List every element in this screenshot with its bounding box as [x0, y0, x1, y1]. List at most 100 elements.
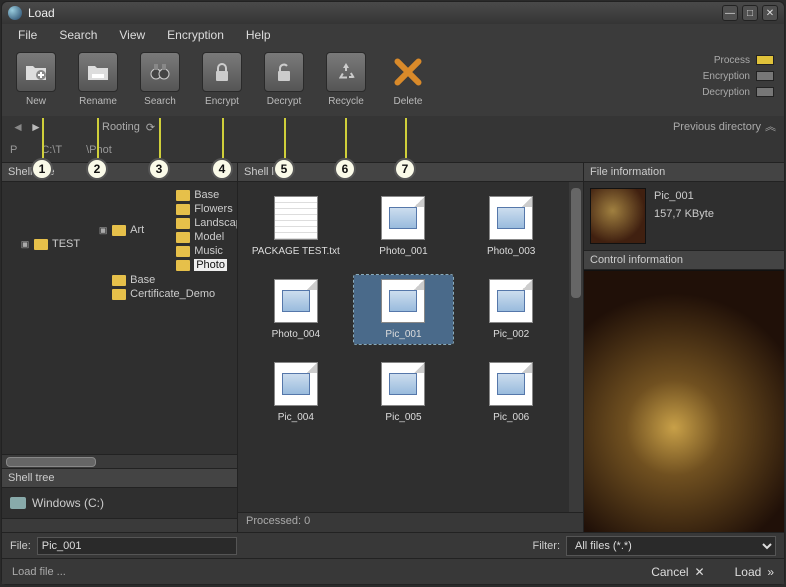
list-item[interactable]: Photo_003: [461, 192, 561, 261]
nav-back-icon[interactable]: ◄: [10, 119, 26, 135]
image-file-icon: [274, 279, 318, 323]
shelllist-header: Shell list: [238, 162, 583, 182]
expander-icon[interactable]: ▣: [98, 225, 108, 236]
tree-node[interactable]: Certificate_Demo: [130, 288, 215, 300]
folder-icon: [34, 239, 48, 250]
list-item[interactable]: Pic_001: [354, 275, 454, 344]
action-bar: Load file ... Cancel ✕ Load »: [2, 558, 784, 584]
drive-label[interactable]: Windows (C:): [32, 496, 104, 510]
processed-bar: Processed: 0: [238, 512, 583, 532]
cancel-button[interactable]: Cancel ✕: [651, 565, 704, 579]
tree-node[interactable]: TEST: [52, 238, 80, 250]
drives-panel: Windows (C:): [2, 488, 237, 518]
tree-node[interactable]: Art: [130, 224, 144, 236]
toolbar-decrypt[interactable]: Decrypt: [258, 52, 310, 107]
list-item[interactable]: Photo_001: [354, 192, 454, 261]
list-scrollbar[interactable]: [569, 182, 583, 512]
minimize-button[interactable]: —: [722, 5, 738, 21]
toolbar-new[interactable]: New: [10, 52, 62, 107]
file-thumbnail: [590, 188, 646, 244]
main-area: Shell tree ▣ TEST ▣ Art Base Flowers Lands…: [2, 162, 784, 532]
file-grid[interactable]: PACKAGE TEST.txt Photo_001 Photo_003 Photo_…: [238, 182, 569, 512]
list-item-label: Pic_005: [385, 412, 421, 423]
image-file-icon: [489, 279, 533, 323]
list-item-label: Pic_006: [493, 412, 529, 423]
folder-icon: [176, 204, 190, 215]
toolbar-recycle[interactable]: Recycle: [320, 52, 372, 107]
maximize-button[interactable]: □: [742, 5, 758, 21]
rooting-button[interactable]: Rooting ⟳: [102, 121, 155, 134]
toolbar-decrypt-label: Decrypt: [267, 96, 301, 107]
toolbar-delete[interactable]: Delete: [382, 52, 434, 107]
image-file-icon: [274, 362, 318, 406]
tree-node[interactable]: Model: [194, 231, 224, 243]
shelltree-header-2: Shell tree: [2, 468, 237, 488]
tree-node[interactable]: Base: [130, 274, 155, 286]
list-item[interactable]: Pic_004: [246, 358, 346, 427]
toolbar-search[interactable]: Search: [134, 52, 186, 107]
list-item-label: Photo_003: [487, 246, 535, 257]
tree-node-selected[interactable]: Photo: [194, 259, 227, 271]
toolbar-search-label: Search: [144, 96, 176, 107]
fileinfo-header: File information: [584, 162, 784, 182]
list-item[interactable]: Pic_002: [461, 275, 561, 344]
window-title: Load: [28, 6, 718, 20]
toolbar-encrypt[interactable]: Encrypt: [196, 52, 248, 107]
app-icon: [8, 6, 22, 20]
tree-node[interactable]: Music: [194, 245, 223, 257]
nav-forward-icon[interactable]: ►: [28, 119, 44, 135]
list-item-label: Pic_001: [385, 329, 421, 340]
binoculars-icon: [140, 52, 180, 92]
list-item-label: Photo_001: [379, 246, 427, 257]
delete-x-icon: [388, 52, 428, 92]
recycle-icon: [326, 52, 366, 92]
menu-view[interactable]: View: [111, 26, 153, 44]
list-item[interactable]: Photo_004: [246, 275, 346, 344]
breadcrumb[interactable]: P C:\T \Phot: [2, 138, 784, 162]
tree-node[interactable]: Landscape: [194, 217, 237, 229]
list-item[interactable]: Pic_006: [461, 358, 561, 427]
tree-node[interactable]: Flowers: [194, 203, 233, 215]
previous-directory-button[interactable]: Previous directory ︽: [673, 121, 776, 133]
tree-node[interactable]: Base: [194, 189, 219, 201]
shell-tree[interactable]: ▣TEST ▣Art Base Flowers Landscape Model …: [2, 182, 237, 454]
right-column: File information Pic_001 157,7 KByte Con…: [584, 162, 784, 532]
shelltree-header: Shell tree: [2, 162, 237, 182]
toolbar-rename[interactable]: Rename: [72, 52, 124, 107]
menu-help[interactable]: Help: [238, 26, 279, 44]
middle-column: Shell list PACKAGE TEST.txt Photo_001 Phot…: [238, 162, 584, 532]
menu-encryption[interactable]: Encryption: [159, 26, 232, 44]
list-item-label: Pic_004: [278, 412, 314, 423]
file-input[interactable]: [37, 537, 237, 555]
list-item[interactable]: PACKAGE TEST.txt: [246, 192, 346, 261]
folder-icon: [176, 246, 190, 257]
folder-icon: [112, 289, 126, 300]
status-indicators: Process Encryption Decryption: [702, 52, 774, 100]
close-button[interactable]: ✕: [762, 5, 778, 21]
status-text: Load file ...: [12, 566, 66, 578]
tree-scrollbar[interactable]: [2, 454, 237, 468]
titlebar: Load — □ ✕: [2, 2, 784, 24]
menu-file[interactable]: File: [10, 26, 45, 44]
app-window: Load — □ ✕ File Search View Encryption H…: [1, 1, 785, 585]
expander-icon[interactable]: ▣: [20, 239, 30, 250]
left-column: Shell tree ▣ TEST ▣ Art Base Flowers Lands…: [2, 162, 238, 532]
chevron-right-icon: »: [767, 565, 774, 579]
previous-directory-label: Previous directory: [673, 121, 761, 133]
folder-icon: [176, 260, 190, 271]
list-item[interactable]: Pic_005: [354, 358, 454, 427]
drives-scrollbar[interactable]: [2, 518, 237, 532]
process-label: Process: [714, 55, 750, 66]
filter-select[interactable]: All files (*.*): [566, 536, 776, 556]
lock-closed-icon: [202, 52, 242, 92]
folder-icon: [112, 225, 126, 236]
new-folder-icon: [16, 52, 56, 92]
image-file-icon: [489, 196, 533, 240]
image-file-icon: [489, 362, 533, 406]
menu-search[interactable]: Search: [51, 26, 105, 44]
toolbar-encrypt-label: Encrypt: [205, 96, 239, 107]
load-button[interactable]: Load »: [735, 565, 774, 579]
rename-icon: [78, 52, 118, 92]
folder-icon: [112, 275, 126, 286]
toolbar-delete-label: Delete: [394, 96, 423, 107]
